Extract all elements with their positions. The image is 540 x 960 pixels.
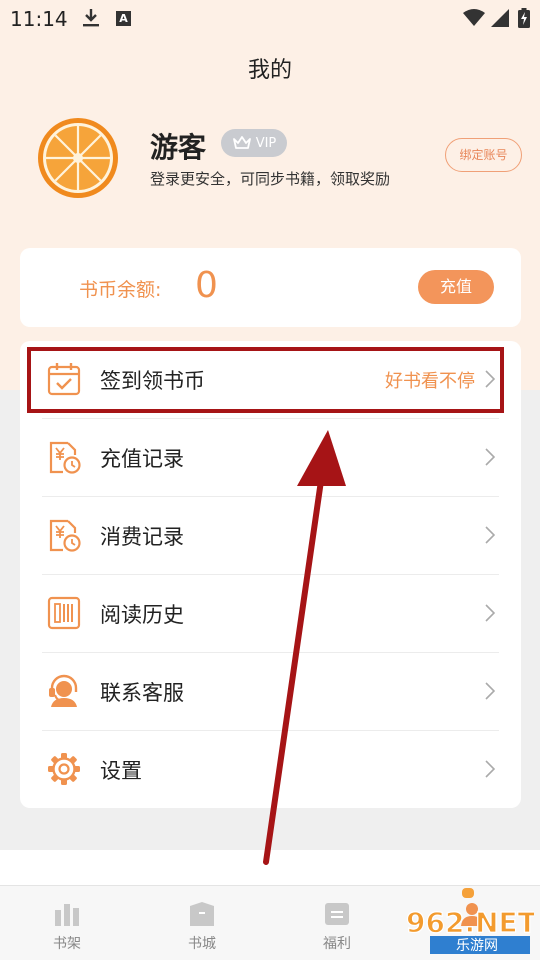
orange-slice-avatar[interactable] bbox=[38, 118, 118, 198]
nav-welfare[interactable]: 福利 bbox=[297, 886, 377, 960]
balance-label: 书币余额: bbox=[79, 279, 162, 301]
nav-label: 书城 bbox=[188, 936, 216, 952]
wifi-icon bbox=[463, 9, 485, 26]
gear-icon bbox=[48, 753, 80, 785]
username: 游客 bbox=[150, 131, 207, 164]
bind-account-button[interactable]: 绑定账号 bbox=[445, 138, 522, 172]
a-notification-icon: A bbox=[116, 11, 131, 26]
page-title: 我的 bbox=[247, 58, 292, 83]
watermark-number: 962.NET bbox=[406, 906, 534, 939]
annotation-arrow bbox=[263, 430, 346, 865]
menu-item-label: 消费记录 bbox=[100, 525, 184, 549]
chevron-right-icon bbox=[485, 604, 495, 622]
nav-bookstore[interactable]: 书城 bbox=[162, 886, 242, 960]
crown-icon bbox=[232, 136, 251, 149]
recharge-button[interactable]: 充值 bbox=[418, 270, 494, 304]
status-time: 11:14 bbox=[10, 7, 68, 31]
yen-clock-icon bbox=[49, 441, 81, 474]
headset-icon bbox=[49, 674, 78, 707]
site-watermark: 962.NET 乐游网 bbox=[405, 888, 534, 954]
chevron-right-icon bbox=[485, 526, 495, 544]
menu-item-label: 阅读历史 bbox=[100, 603, 184, 627]
welfare-icon bbox=[325, 903, 349, 925]
chevron-right-icon bbox=[485, 760, 495, 778]
nav-bookshelf[interactable]: 书架 bbox=[27, 886, 107, 960]
vip-label: VIP bbox=[255, 135, 277, 151]
menu-item-label: 设置 bbox=[100, 759, 142, 783]
battery-icon bbox=[518, 8, 530, 28]
balance-value: 0 bbox=[195, 265, 218, 306]
watermark-subtext: 乐游网 bbox=[456, 938, 498, 954]
book-history-icon bbox=[47, 596, 81, 630]
download-icon bbox=[83, 9, 99, 27]
balance-card: 书币余额: 0 充值 bbox=[20, 248, 521, 327]
chevron-right-icon bbox=[485, 682, 495, 700]
signal-icon bbox=[491, 9, 509, 27]
menu-item-label: 充值记录 bbox=[100, 447, 184, 471]
status-bar: 11:14 A bbox=[0, 0, 540, 36]
profile-description: 登录更安全，可同步书籍，领取奖励 bbox=[150, 170, 391, 188]
menu-item-label: 联系客服 bbox=[100, 681, 184, 705]
nav-label: 书架 bbox=[53, 936, 81, 952]
bookshelf-icon bbox=[55, 904, 79, 926]
chevron-right-icon bbox=[485, 448, 495, 466]
vip-badge[interactable]: VIP bbox=[221, 129, 287, 157]
bookstore-icon bbox=[190, 902, 214, 926]
nav-label: 福利 bbox=[323, 936, 351, 952]
yen-clock-icon bbox=[49, 519, 81, 552]
